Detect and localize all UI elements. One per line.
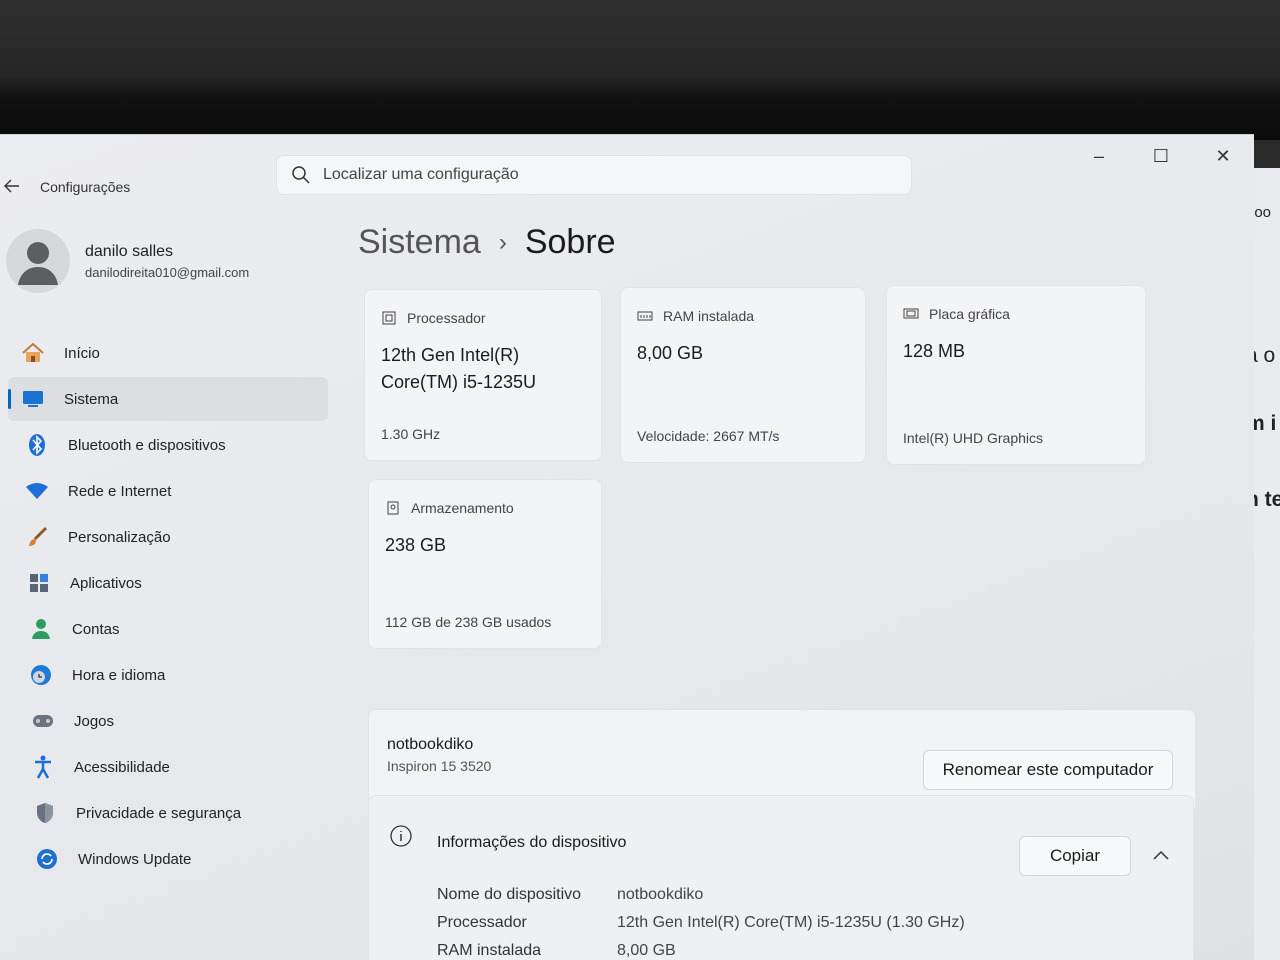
shield-icon <box>32 800 58 826</box>
spec-key: RAM instalada <box>437 942 542 959</box>
screen-bezel <box>0 0 1280 140</box>
table-row: Processador 12th Gen Intel(R) Core(TM) i… <box>437 914 965 942</box>
spec-key: Nome do dispositivo <box>437 886 582 903</box>
sidebar-item-acessibilidade[interactable]: Acessibilidade <box>8 745 328 789</box>
sidebar-item-label: Sistema <box>64 390 119 408</box>
sidebar-item-label: Aplicativos <box>70 574 142 592</box>
close-button[interactable]: ✕ <box>1200 141 1246 171</box>
sidebar-item-rede[interactable]: Rede e Internet <box>8 469 328 513</box>
graphics-card-icon <box>903 308 919 319</box>
storage-value: 238 GB <box>385 535 447 555</box>
processor-value-line2: Core(TM) i5-1235U <box>381 372 537 392</box>
processor-speed: 1.30 GHz <box>381 426 441 442</box>
sidebar-item-label: Windows Update <box>78 850 192 868</box>
sidebar-nav: Início Sistema Bluetooth e dispositivos … <box>8 331 328 883</box>
gpu-value: 128 MB <box>903 341 966 361</box>
sidebar-item-privacidade[interactable]: Privacidade e segurança <box>8 791 328 835</box>
spec-value: 8,00 GB <box>617 942 676 959</box>
spec-value: 12th Gen Intel(R) Core(TM) i5-1235U (1.3… <box>617 914 965 931</box>
device-model: Inspiron 15 3520 <box>387 758 492 774</box>
storage-card: Armazenamento 238 GB 112 GB de 238 GB us… <box>368 479 602 649</box>
processor-value: 12th Gen Intel(R) Core(TM) i5-1235U <box>381 342 536 396</box>
storage-label: Armazenamento <box>411 500 514 516</box>
sidebar-item-label: Acessibilidade <box>74 758 170 776</box>
back-button[interactable] <box>4 179 20 198</box>
sidebar-item-personalizacao[interactable]: Personalização <box>8 515 328 559</box>
bluetooth-icon <box>24 432 50 458</box>
user-silhouette-icon <box>18 242 58 285</box>
table-row: Nome do dispositivo notbookdiko <box>437 886 965 914</box>
device-spec-table: Nome do dispositivo notbookdiko Processa… <box>437 886 965 960</box>
copy-button[interactable]: Copiar <box>1019 836 1131 876</box>
sidebar-item-jogos[interactable]: Jogos <box>8 699 328 743</box>
processor-value-line1: 12th Gen Intel(R) <box>381 345 520 365</box>
minimize-button[interactable]: – <box>1076 141 1122 171</box>
sidebar-item-sistema[interactable]: Sistema <box>8 377 328 421</box>
spec-value: notbookdiko <box>617 886 704 903</box>
account-icon <box>28 616 54 642</box>
wifi-icon <box>24 478 50 504</box>
sidebar-item-label: Personalização <box>68 528 171 546</box>
app-title: Configurações <box>40 179 131 195</box>
profile-email: danilodireita010@gmail.com <box>85 265 250 280</box>
sidebar-item-aplicativos[interactable]: Aplicativos <box>8 561 328 605</box>
system-icon <box>20 386 46 412</box>
gpu-label: Placa gráfica <box>929 306 1010 322</box>
device-info-header[interactable]: Informações do dispositivo Copiar <box>369 796 1193 876</box>
info-icon <box>390 825 412 847</box>
storage-icon <box>387 501 399 515</box>
arrow-left-icon <box>4 179 19 193</box>
device-info-panel: Informações do dispositivo Copiar Nome d… <box>368 795 1194 960</box>
ram-label: RAM instalada <box>663 308 755 324</box>
search-box[interactable] <box>276 155 912 195</box>
gpu-name: Intel(R) UHD Graphics <box>903 430 1044 446</box>
chevron-up-icon[interactable] <box>1153 850 1169 860</box>
sidebar-item-label: Bluetooth e dispositivos <box>68 436 226 454</box>
device-name: notbookdiko <box>387 736 474 753</box>
sidebar-item-windows-update[interactable]: Windows Update <box>8 837 328 881</box>
search-input[interactable] <box>323 166 883 184</box>
accessibility-icon <box>30 754 56 780</box>
apps-icon <box>26 570 52 596</box>
ram-value: 8,00 GB <box>637 343 704 363</box>
sidebar-item-label: Contas <box>72 620 120 638</box>
spec-key: Processador <box>437 914 527 931</box>
clock-globe-icon <box>28 662 54 688</box>
processor-icon <box>382 311 396 325</box>
profile-name: danilo salles <box>85 243 174 260</box>
update-icon <box>34 846 60 872</box>
sidebar-item-bluetooth[interactable]: Bluetooth e dispositivos <box>8 423 328 467</box>
sidebar-item-label: Jogos <box>74 712 115 730</box>
sidebar-item-label: Rede e Internet <box>68 482 172 500</box>
home-icon <box>20 340 46 366</box>
ram-icon <box>637 311 653 321</box>
avatar[interactable] <box>6 229 70 293</box>
maximize-button[interactable]: ☐ <box>1138 141 1184 171</box>
sidebar-item-label: Início <box>64 344 100 362</box>
gpu-card: Placa gráfica 128 MB Intel(R) UHD Graphi… <box>886 285 1146 465</box>
sidebar-item-label: Privacidade e segurança <box>76 804 242 822</box>
processor-card: Processador 12th Gen Intel(R) Core(TM) i… <box>364 289 602 461</box>
search-icon <box>292 166 310 184</box>
sidebar-item-label: Hora e idioma <box>72 666 166 684</box>
storage-usage: 112 GB de 238 GB usados <box>385 614 552 630</box>
breadcrumb-separator: › <box>498 228 507 256</box>
processor-label: Processador <box>407 310 486 326</box>
device-info-title: Informações do dispositivo <box>437 834 627 851</box>
sidebar-item-contas[interactable]: Contas <box>8 607 328 651</box>
page-title: Sobre <box>524 223 616 261</box>
brush-icon <box>24 524 50 550</box>
sidebar-item-inicio[interactable]: Início <box>8 331 328 375</box>
rename-computer-button[interactable]: Renomear este computador <box>923 750 1173 790</box>
settings-window: – ☐ ✕ Configurações danilo salles danilo… <box>0 134 1254 960</box>
table-row: RAM instalada 8,00 GB <box>437 942 965 960</box>
gamepad-icon <box>30 708 56 734</box>
ram-card: RAM instalada 8,00 GB Velocidade: 2667 M… <box>620 287 866 463</box>
ram-speed: Velocidade: 2667 MT/s <box>637 428 780 444</box>
breadcrumb-parent[interactable]: Sistema <box>358 223 481 262</box>
breadcrumb: Sistema › Sobre <box>358 223 616 262</box>
sidebar-item-hora[interactable]: Hora e idioma <box>8 653 328 697</box>
